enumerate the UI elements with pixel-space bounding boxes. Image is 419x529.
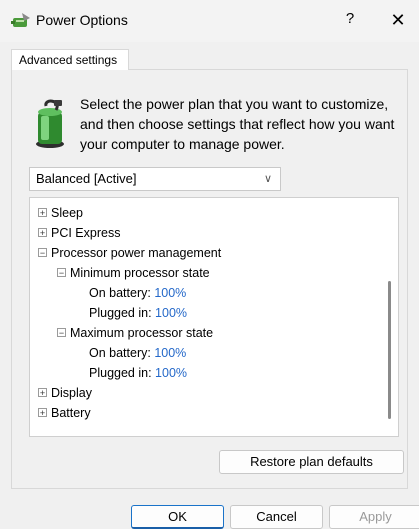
expand-icon[interactable]: +	[38, 208, 47, 218]
tree-item-pci-express[interactable]: + PCI Express	[38, 223, 120, 243]
tree-item-label: PCI Express	[51, 226, 121, 240]
collapse-icon[interactable]: −	[57, 328, 66, 338]
setting-value-link[interactable]: 100%	[155, 366, 187, 380]
apply-button[interactable]: Apply	[329, 505, 419, 529]
tree-item-sleep[interactable]: + Sleep	[38, 203, 83, 223]
tree-item-label: Maximum processor state	[70, 326, 214, 340]
tree-item-maximum-processor-state[interactable]: − Maximum processor state	[57, 323, 213, 343]
tree-item-label: Display	[51, 386, 92, 400]
battery-plug-icon	[36, 99, 64, 148]
window-title: Power Options	[36, 12, 128, 28]
settings-tree[interactable]: + Sleep + PCI Express − Processor power man…	[29, 197, 399, 437]
help-button[interactable]: ?	[340, 10, 360, 32]
tree-item-min-on-battery[interactable]: On battery: 100%	[89, 283, 186, 303]
tree-item-max-on-battery[interactable]: On battery: 100%	[89, 343, 186, 363]
tree-item-battery[interactable]: + Battery	[38, 403, 91, 423]
intro-text: Select the power plan that you want to c…	[80, 96, 395, 152]
expand-icon[interactable]: +	[38, 408, 47, 418]
tree-item-max-plugged-in[interactable]: Plugged in: 100%	[89, 363, 187, 383]
chevron-down-icon[interactable]: ∨	[264, 168, 272, 190]
setting-label: Plugged in:	[89, 306, 152, 320]
tree-item-label: Sleep	[51, 206, 83, 220]
setting-value-link[interactable]: 100%	[155, 306, 187, 320]
restore-plan-defaults-button[interactable]: Restore plan defaults	[219, 450, 404, 474]
setting-label: Plugged in:	[89, 366, 152, 380]
tree-item-min-plugged-in[interactable]: Plugged in: 100%	[89, 303, 187, 323]
tree-item-processor-power-management[interactable]: − Processor power management	[38, 243, 221, 263]
close-button[interactable]: ✕	[386, 8, 410, 32]
tree-item-label: Minimum processor state	[70, 266, 210, 280]
power-options-icon	[11, 13, 30, 27]
ok-button[interactable]: OK	[131, 505, 224, 529]
tree-item-label: Processor power management	[51, 246, 222, 260]
tree-scrollbar-thumb[interactable]	[388, 281, 391, 419]
power-plan-select[interactable]: Balanced [Active] ∨	[29, 167, 281, 191]
expand-icon[interactable]: +	[38, 228, 47, 238]
tab-advanced-settings[interactable]: Advanced settings	[11, 49, 129, 70]
setting-value-link[interactable]: 100%	[154, 346, 186, 360]
tree-item-display[interactable]: + Display	[38, 383, 92, 403]
tree-item-minimum-processor-state[interactable]: − Minimum processor state	[57, 263, 210, 283]
collapse-icon[interactable]: −	[38, 248, 47, 258]
title-bar: Power Options ? ✕	[0, 0, 419, 42]
setting-label: On battery:	[89, 286, 151, 300]
collapse-icon[interactable]: −	[57, 268, 66, 278]
tree-item-label: Battery	[51, 406, 91, 420]
power-plan-select-value: Balanced [Active]	[36, 171, 137, 186]
setting-value-link[interactable]: 100%	[154, 286, 186, 300]
setting-label: On battery:	[89, 346, 151, 360]
expand-icon[interactable]: +	[38, 388, 47, 398]
cancel-button[interactable]: Cancel	[230, 505, 323, 529]
